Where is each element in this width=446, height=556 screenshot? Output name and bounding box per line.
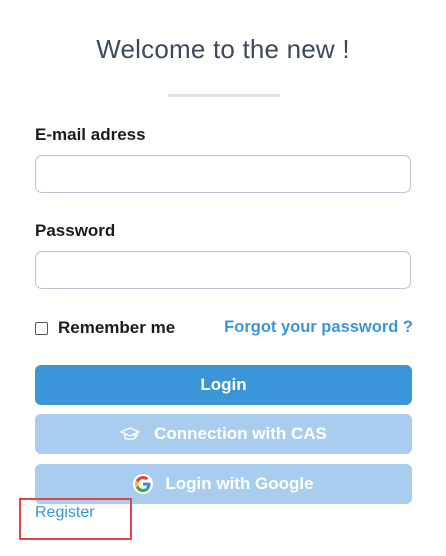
email-field[interactable] — [35, 155, 411, 193]
google-login-button[interactable]: Login with Google — [35, 464, 412, 504]
password-field[interactable] — [35, 251, 411, 289]
login-button-label: Login — [200, 375, 247, 394]
cas-button-label: Connection with CAS — [154, 424, 327, 443]
password-label: Password — [35, 221, 116, 240]
remember-me-label[interactable]: Remember me — [58, 318, 175, 338]
register-link[interactable]: Register — [35, 504, 95, 522]
email-label: E-mail adress — [35, 125, 146, 144]
graduation-cap-icon — [120, 426, 140, 442]
google-icon — [133, 474, 154, 494]
google-button-label: Login with Google — [165, 474, 314, 493]
login-card: Welcome to the new ! E-mail adress Passw… — [0, 0, 446, 556]
title-divider — [168, 94, 280, 97]
remember-me-checkbox[interactable] — [35, 321, 48, 335]
forgot-password-link[interactable]: Forgot your password ? — [224, 318, 413, 337]
remember-me-row: Remember me — [35, 317, 175, 339]
page-title: Welcome to the new ! — [96, 34, 350, 64]
cas-login-button[interactable]: Connection with CAS — [35, 414, 412, 454]
login-button[interactable]: Login — [35, 365, 412, 405]
